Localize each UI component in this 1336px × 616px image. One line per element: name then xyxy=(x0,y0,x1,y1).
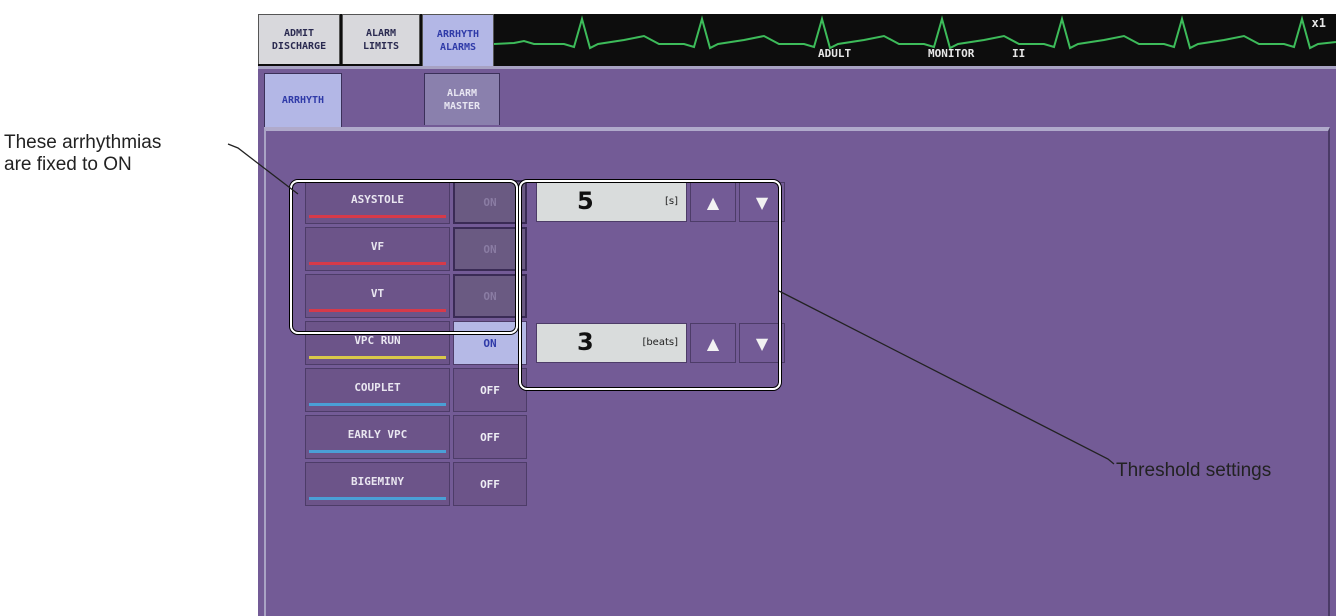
subtab-arrhyth[interactable]: ARRHYTH xyxy=(264,73,342,127)
arrhythmia-row-couplet: COUPLET OFF xyxy=(305,368,531,412)
tab-arrhyth-alarms-label: ARRHYTH ALARMS xyxy=(436,28,480,53)
monitor-mode-label: MONITOR xyxy=(928,47,975,60)
arrhythmia-panel: ARRHYTH ALARM MASTER ASYSTOLE ON VF ON V… xyxy=(258,66,1336,616)
subtab-arrhyth-label: ARRHYTH xyxy=(281,95,325,106)
alarm-level-bar xyxy=(309,497,446,500)
tab-alarm-limits[interactable]: ALARM LIMITS xyxy=(342,14,420,64)
arrhythmia-name: COUPLET xyxy=(305,368,450,412)
subtab-alarm-master[interactable]: ALARM MASTER xyxy=(424,73,500,125)
lead-label: II xyxy=(1012,47,1026,60)
tab-admit-discharge[interactable]: ADMIT DISCHARGE xyxy=(258,14,340,64)
patient-type-label: ADULT xyxy=(818,47,852,60)
ecg-waveform xyxy=(494,15,1336,50)
arrhythmia-toggle-couplet[interactable]: OFF xyxy=(453,368,527,412)
fixed-on-callout: These arrhythmias are fixed to ON xyxy=(4,132,162,175)
arrhythmia-name: EARLY VPC xyxy=(305,415,450,459)
arrhythmia-row-early-vpc: EARLY VPC OFF xyxy=(305,415,531,459)
ecg-scale-label: x1 xyxy=(1311,16,1326,30)
arrhythmia-row-bigeminy: BIGEMINY OFF xyxy=(305,462,531,506)
tab-arrhyth-alarms[interactable]: ARRHYTH ALARMS xyxy=(422,14,494,66)
alarm-level-bar xyxy=(309,403,446,406)
tab-alarm-limits-label: ALARM LIMITS xyxy=(362,27,400,52)
alarm-level-bar xyxy=(309,450,446,453)
alarm-level-bar xyxy=(309,356,446,359)
arrhythmia-name: BIGEMINY xyxy=(305,462,450,506)
fixed-on-highlight xyxy=(290,180,518,334)
tab-admit-discharge-label: ADMIT DISCHARGE xyxy=(271,27,327,52)
arrhythmia-toggle-bigeminy[interactable]: OFF xyxy=(453,462,527,506)
threshold-callout: Threshold settings xyxy=(1116,460,1272,481)
subtab-alarm-master-label: ALARM MASTER xyxy=(443,87,481,112)
arrhythmia-toggle-early-vpc[interactable]: OFF xyxy=(453,415,527,459)
threshold-highlight xyxy=(519,180,781,390)
